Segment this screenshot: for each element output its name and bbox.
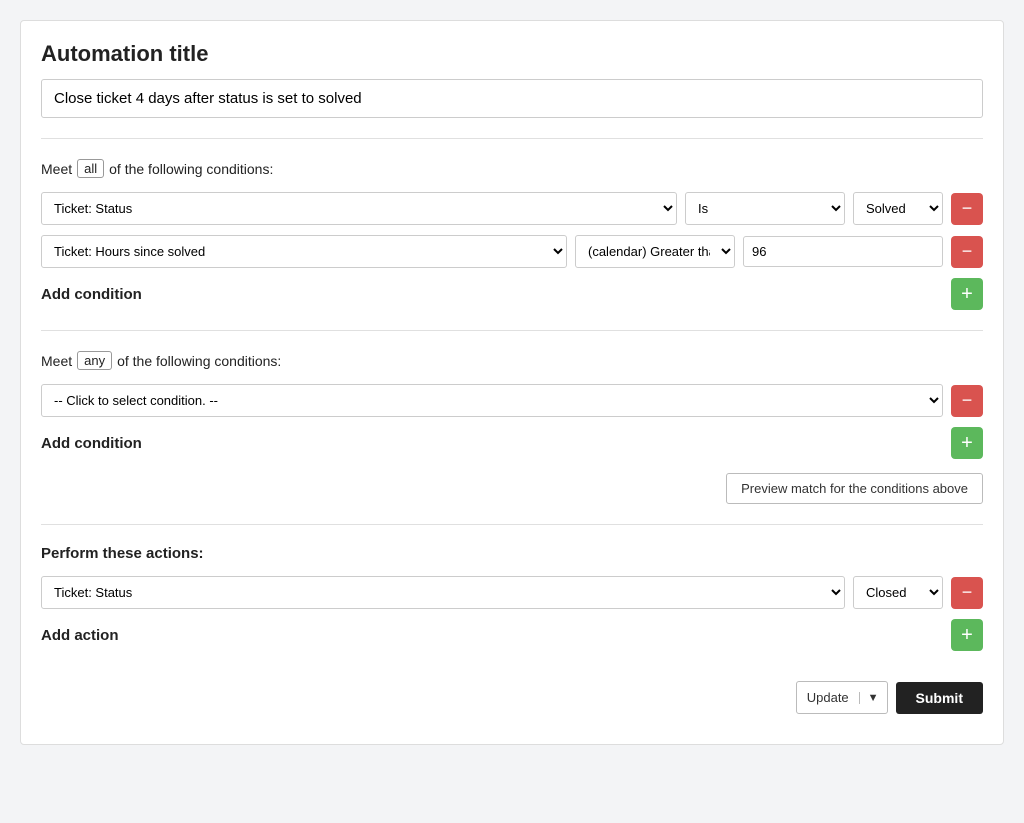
any-add-condition-button[interactable]: + [951,427,983,459]
minus-icon-2: − [962,241,973,262]
all-condition-1-remove-button[interactable]: − [951,193,983,225]
all-meet-badge: all [77,159,104,178]
minus-icon-1: − [962,198,973,219]
divider-1 [41,138,983,139]
all-condition-2-remove-button[interactable]: − [951,236,983,268]
page-container: Automation title Meet all of the followi… [20,20,1004,745]
minus-icon-action-1: − [962,582,973,603]
add-action-label: Add action [41,627,119,644]
all-condition-1-operator-select[interactable]: Is Is not [685,192,845,225]
add-action-button[interactable]: + [951,619,983,651]
update-button-label: Update [797,690,859,705]
preview-match-button[interactable]: Preview match for the conditions above [726,473,983,504]
all-conditions-meet-label: Meet all of the following conditions: [41,159,983,178]
action-row-1: Ticket: Status Ticket: Priority Ticket: … [41,576,983,609]
divider-2 [41,330,983,331]
any-condition-1-field-select[interactable]: -- Click to select condition. -- Ticket:… [41,384,943,417]
any-condition-1-remove-button[interactable]: − [951,385,983,417]
perform-label: Perform these actions: [41,545,983,562]
update-button[interactable]: Update ▼ [796,681,888,714]
all-add-condition-row: Add condition + [41,278,983,310]
any-condition-row-1: -- Click to select condition. -- Ticket:… [41,384,983,417]
submit-button[interactable]: Submit [896,682,983,714]
any-meet-prefix: Meet [41,353,72,369]
all-add-condition-label: Add condition [41,286,142,303]
automation-title-input[interactable] [41,79,983,118]
actions-section: Perform these actions: Ticket: Status Ti… [41,545,983,651]
any-add-condition-row: Add condition + [41,427,983,459]
plus-icon-action: + [961,624,973,647]
all-condition-2-value-input[interactable] [743,236,943,267]
any-conditions-meet-label: Meet any of the following conditions: [41,351,983,370]
footer-row: Update ▼ Submit [41,681,983,714]
minus-icon-any-1: − [962,390,973,411]
update-button-arrow: ▼ [859,692,887,704]
any-add-condition-label: Add condition [41,435,142,452]
action-1-remove-button[interactable]: − [951,577,983,609]
all-condition-row-1: Ticket: Status Ticket: Hours since solve… [41,192,983,225]
plus-icon-any: + [961,432,973,455]
all-condition-1-value-select[interactable]: Solved Open Pending Closed [853,192,943,225]
preview-section: Preview match for the conditions above [41,473,983,504]
all-condition-row-2: Ticket: Hours since solved Ticket: Statu… [41,235,983,268]
all-condition-1-field-select[interactable]: Ticket: Status Ticket: Hours since solve… [41,192,677,225]
any-meet-suffix: of the following conditions: [117,353,281,369]
action-1-value-select[interactable]: Closed Open Pending Solved [853,576,943,609]
all-condition-2-field-select[interactable]: Ticket: Hours since solved Ticket: Statu… [41,235,567,268]
all-add-condition-button[interactable]: + [951,278,983,310]
all-meet-suffix: of the following conditions: [109,161,273,177]
action-1-field-select[interactable]: Ticket: Status Ticket: Priority Ticket: … [41,576,845,609]
all-conditions-section: Meet all of the following conditions: Ti… [41,159,983,310]
add-action-row: Add action + [41,619,983,651]
all-meet-prefix: Meet [41,161,72,177]
divider-3 [41,524,983,525]
any-meet-badge: any [77,351,112,370]
any-conditions-section: Meet any of the following conditions: --… [41,351,983,504]
plus-icon-all: + [961,283,973,306]
automation-title-label: Automation title [41,41,983,67]
all-condition-2-operator-select[interactable]: (calendar) Greater than (calendar) Less … [575,235,735,268]
